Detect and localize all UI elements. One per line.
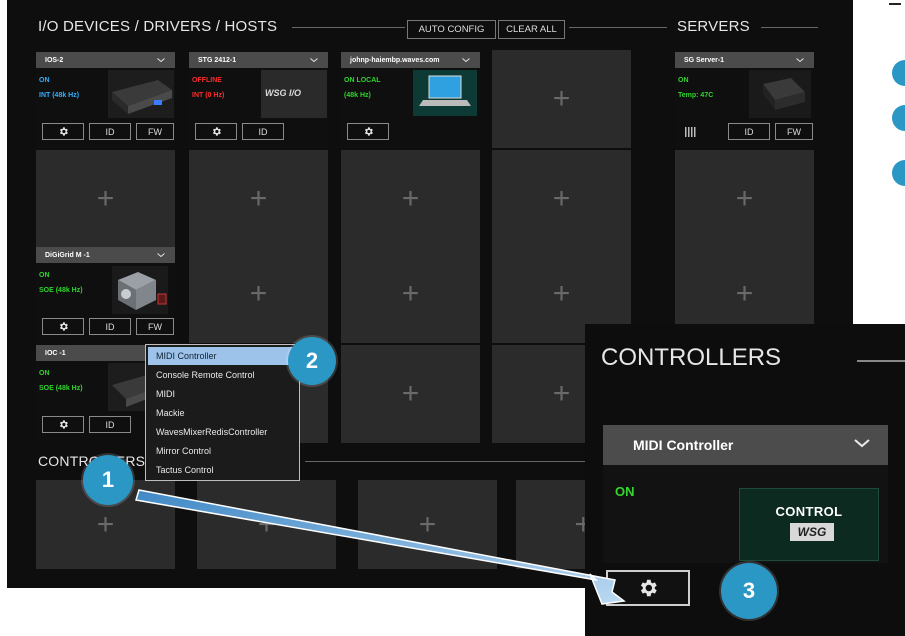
step-badge-1: 1	[83, 455, 133, 505]
callout-arrow	[135, 489, 626, 605]
arrow-icon	[135, 489, 626, 605]
step-badge-2: 2	[288, 337, 336, 385]
page-fragment-line	[889, 3, 901, 5]
step-badge-3: 3	[721, 563, 777, 619]
